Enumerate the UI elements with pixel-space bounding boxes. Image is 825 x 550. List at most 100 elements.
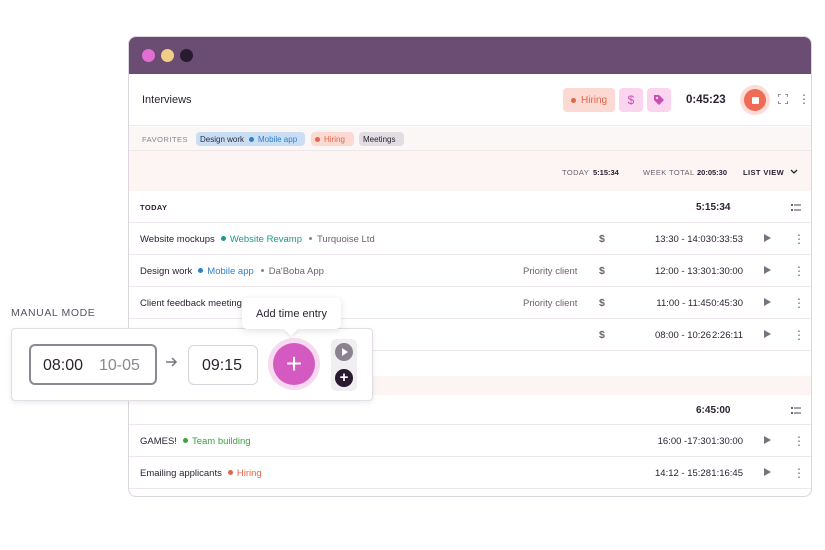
stop-icon xyxy=(751,96,759,104)
time-entry-row[interactable]: GAMES! Team building 16:00 -17:30 1:30:00 ⋮ xyxy=(129,425,811,457)
expand-icon[interactable] xyxy=(778,94,788,104)
tooltip-text: Add time entry xyxy=(256,307,327,320)
manual-mode-label: MANUAL MODE xyxy=(11,307,96,319)
project-dot-icon xyxy=(182,438,188,444)
chip-label: Meetings xyxy=(363,134,396,144)
play-icon[interactable] xyxy=(764,266,771,274)
play-icon xyxy=(342,348,348,356)
title-bar xyxy=(129,37,811,74)
mode-switcher: + xyxy=(331,339,357,391)
entry-desc-text: Website mockups xyxy=(140,234,215,245)
entry-description[interactable]: Emailing applicants Hiring xyxy=(140,468,262,479)
entry-time-range[interactable]: 14:12 - 15:28 xyxy=(601,468,711,479)
separator-dot xyxy=(308,236,312,240)
project-dot-icon xyxy=(249,136,255,142)
more-options-icon[interactable]: ⋮ xyxy=(793,233,805,245)
list-icon[interactable] xyxy=(791,407,801,415)
entry-time-range[interactable]: 16:00 -17:30 xyxy=(601,436,711,447)
play-icon[interactable] xyxy=(764,234,771,242)
play-icon[interactable] xyxy=(764,468,771,476)
end-time-field[interactable]: 09:15 xyxy=(188,345,258,385)
minimize-window-dot[interactable] xyxy=(161,49,174,62)
project-dot-icon xyxy=(220,236,226,242)
entry-time-range[interactable]: 08:00 - 10:26 xyxy=(601,330,711,341)
chip-project: Mobile app xyxy=(258,134,298,144)
more-options-icon[interactable]: ⋮ xyxy=(793,435,805,447)
entry-duration[interactable]: 1:30:00 xyxy=(709,266,743,277)
view-label: LIST VIEW xyxy=(743,168,785,177)
entry-client: Turquoise Ltd xyxy=(316,234,375,245)
plus-icon: + xyxy=(339,369,349,386)
separator-dot xyxy=(260,268,264,272)
play-icon[interactable] xyxy=(764,436,771,444)
favorites-label: FAVORITES xyxy=(142,135,189,144)
entry-time-range[interactable]: 12:00 - 13:30 xyxy=(601,266,711,277)
time-entry-row[interactable]: Design work Mobile app Da'Boba App Priority… xyxy=(129,255,811,287)
view-selector[interactable]: LIST VIEW xyxy=(743,168,798,177)
project-tag-label: Hiring xyxy=(581,94,608,106)
project-tag-hiring[interactable]: Hiring xyxy=(563,88,615,112)
entry-project: Team building xyxy=(191,436,251,447)
priority-client-label: Priority client xyxy=(523,266,578,277)
list-icon[interactable] xyxy=(791,204,801,212)
plus-icon: + xyxy=(285,348,303,379)
chip-label: Hiring xyxy=(324,134,345,144)
add-time-entry-button[interactable]: + xyxy=(268,338,320,390)
entry-duration[interactable]: 1:16:45 xyxy=(709,468,743,479)
entry-project: Mobile app xyxy=(207,266,254,277)
more-options-icon[interactable]: ⋮ xyxy=(798,93,810,105)
favorite-chip-design-work[interactable]: Design work Mobile app xyxy=(196,132,305,146)
running-timer: 0:45:23 xyxy=(686,94,726,106)
section-total: 6:45:00 xyxy=(696,405,731,416)
section-label: TODAY xyxy=(140,203,168,212)
project-dot-icon xyxy=(571,97,576,103)
close-window-dot[interactable] xyxy=(142,49,155,62)
entry-time-range[interactable]: 13:30 - 14:03 xyxy=(601,234,711,245)
start-time-field[interactable]: 08:00 10-05 xyxy=(29,344,157,385)
entry-duration[interactable]: 2:26:11 xyxy=(709,330,743,341)
time-entry-row[interactable]: Website mockups Website Revamp Turquoise L… xyxy=(129,223,811,255)
week-total: 20:05:30 xyxy=(697,168,728,177)
billable-button[interactable]: $ xyxy=(619,88,643,112)
app-window: Interviews Hiring $ 0:45:23 ⋮ FAVORITES … xyxy=(128,36,812,497)
more-options-icon[interactable]: ⋮ xyxy=(793,265,805,277)
play-icon[interactable] xyxy=(764,330,771,338)
priority-client-label: Priority client xyxy=(523,298,578,309)
timer-mode-button[interactable] xyxy=(335,343,353,361)
entry-project: Website Revamp xyxy=(229,234,302,245)
favorite-chip-hiring[interactable]: Hiring xyxy=(311,132,354,146)
timer-header: Interviews Hiring $ 0:45:23 ⋮ xyxy=(129,74,811,126)
end-time-value[interactable]: 09:15 xyxy=(202,357,242,375)
manual-mode-button[interactable]: + xyxy=(335,369,353,387)
start-date-value[interactable]: 10-05 xyxy=(99,357,140,375)
entry-client: Da'Boba App xyxy=(268,266,324,277)
tags-button[interactable] xyxy=(647,88,671,112)
entry-time-range[interactable]: 11:00 - 11:45 xyxy=(601,298,711,309)
current-entry-title[interactable]: Interviews xyxy=(142,94,192,106)
entry-desc-text: Client feedback meeting xyxy=(140,298,242,309)
more-options-icon[interactable]: ⋮ xyxy=(793,329,805,341)
maximize-window-dot[interactable] xyxy=(180,49,193,62)
entry-description[interactable]: GAMES! Team building xyxy=(140,436,251,447)
time-entry-row[interactable]: Emailing applicants Hiring 14:12 - 15:28 1:… xyxy=(129,457,811,489)
summary-bar: TODAY 5:15:34 WEEK TOTAL 20:05:30 LIST V… xyxy=(129,151,811,191)
stop-timer-button[interactable] xyxy=(740,85,770,115)
more-options-icon[interactable]: ⋮ xyxy=(793,467,805,479)
time-entry-row[interactable]: Client feedback meeting Boba AppPriority… xyxy=(129,287,811,319)
entry-description[interactable]: Website mockups Website Revamp Turquoise L… xyxy=(140,234,375,245)
entry-description[interactable]: Design work Mobile app Da'Boba App xyxy=(140,266,324,277)
entry-desc-text: GAMES! xyxy=(140,436,177,447)
more-options-icon[interactable]: ⋮ xyxy=(793,297,805,309)
week-total-label: WEEK TOTAL xyxy=(643,168,695,177)
start-time-value[interactable]: 08:00 xyxy=(43,357,83,375)
entry-project: Hiring xyxy=(236,468,262,479)
time-entry-row[interactable]: Style guide updatesBrand IdentityBring t… xyxy=(129,489,811,496)
project-dot-icon xyxy=(315,136,320,142)
entry-duration[interactable]: 0:45:30 xyxy=(709,298,743,309)
entry-duration[interactable]: 0:33:53 xyxy=(709,234,743,245)
add-entry-tooltip: Add time entry xyxy=(242,298,341,329)
entry-duration[interactable]: 1:30:00 xyxy=(709,436,743,447)
play-icon[interactable] xyxy=(764,298,771,306)
favorite-chip-meetings[interactable]: Meetings xyxy=(359,132,404,146)
section-total: 5:15:34 xyxy=(696,202,731,213)
